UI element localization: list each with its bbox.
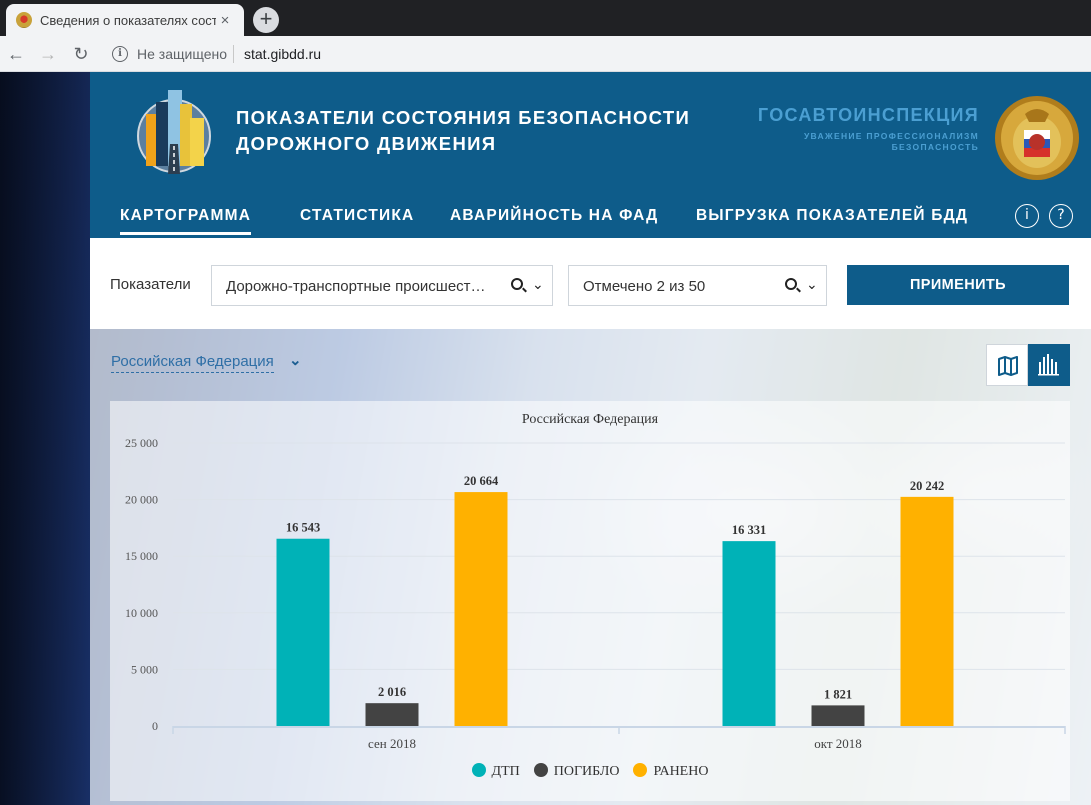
tab-title: Сведения о показателях состояния bbox=[40, 12, 216, 28]
site-header: ПОКАЗАТЕЛИ СОСТОЯНИЯ БЕЗОПАСНОСТИ ДОРОЖН… bbox=[90, 72, 1091, 238]
legend-dot-icon bbox=[533, 763, 548, 777]
background-photo bbox=[0, 72, 90, 805]
bar-chart: 0 5 000 10 000 15 000 20 000 25 000 16 543 2 01… bbox=[125, 436, 1066, 751]
search-icon bbox=[785, 278, 797, 290]
legend-dot-icon bbox=[471, 763, 486, 777]
y-tick-label: 10 000 bbox=[125, 606, 158, 620]
legend-item[interactable]: РАНЕНО bbox=[633, 763, 708, 780]
agency-motto-line2: БЕЗОПАСНОСТЬ bbox=[891, 142, 979, 152]
site-favicon-icon bbox=[16, 12, 32, 28]
page-viewport: ПОКАЗАТЕЛИ СОСТОЯНИЯ БЕЗОПАСНОСТИ ДОРОЖН… bbox=[0, 72, 1091, 805]
site-title-line2: ДОРОЖНОГО ДВИЖЕНИЯ bbox=[236, 133, 497, 154]
site-info-icon[interactable]: i bbox=[112, 46, 128, 62]
y-tick-label: 25 000 bbox=[125, 436, 158, 450]
traffic-police-emblem-icon bbox=[995, 96, 1079, 180]
data-label: 16 543 bbox=[286, 521, 320, 535]
x-tick-label: окт 2018 bbox=[814, 736, 862, 751]
selection-select-value: Отмечено 2 из 50 bbox=[583, 278, 706, 295]
indicators-label: Показатели bbox=[110, 276, 191, 293]
address-divider bbox=[233, 45, 234, 63]
y-tick-label: 15 000 bbox=[125, 549, 158, 563]
chart-panel: Российская Федерация 05 000 10 000 15 000 2… bbox=[110, 401, 1070, 801]
nav-item-fad-accidents[interactable]: АВАРИЙНОСТЬ НА ФАД bbox=[450, 207, 658, 225]
chevron-down-icon: ⌄ bbox=[806, 276, 818, 292]
legend-dot-icon bbox=[633, 763, 648, 777]
x-tick-label: сен 2018 bbox=[368, 736, 416, 751]
chart-legend: ДТП ПОГИБЛО РАНЕНО bbox=[110, 763, 1070, 780]
back-arrow-icon[interactable]: ← bbox=[4, 42, 28, 66]
legend-item[interactable]: ДТП bbox=[471, 763, 520, 780]
security-status[interactable]: Не защищено bbox=[137, 46, 227, 62]
filter-bar: Показатели Дорожно-транспортные происшес… bbox=[90, 238, 1091, 329]
data-label: 20 242 bbox=[910, 479, 944, 493]
main-nav: КАРТОГРАММА СТАТИСТИКА АВАРИЙНОСТЬ НА ФА… bbox=[90, 202, 1091, 238]
reload-icon[interactable]: ↻ bbox=[69, 42, 93, 66]
chart-view-button[interactable] bbox=[1028, 344, 1070, 386]
search-icon bbox=[511, 278, 523, 290]
selection-select[interactable]: Отмечено 2 из 50 ⌄ bbox=[568, 265, 827, 306]
data-label: 1 821 bbox=[824, 687, 852, 701]
site-title: ПОКАЗАТЕЛИ СОСТОЯНИЯ БЕЗОПАСНОСТИ ДОРОЖН… bbox=[236, 105, 736, 157]
new-tab-button[interactable]: + bbox=[253, 7, 279, 33]
bar-chart-icon bbox=[1038, 354, 1059, 376]
help-icon[interactable]: ? bbox=[1049, 204, 1073, 228]
legend-label: РАНЕНО bbox=[653, 764, 709, 779]
agency-motto-line1: УВАЖЕНИЕ ПРОФЕССИОНАЛИЗМ bbox=[803, 131, 979, 141]
indicator-select[interactable]: Дорожно-транспортные происшест… ⌄ bbox=[211, 265, 553, 306]
site-logo-icon[interactable] bbox=[134, 84, 212, 180]
legend-label: ПОГИБЛО bbox=[553, 764, 620, 779]
y-tick-label: 5 000 bbox=[131, 662, 158, 676]
content-area: Российская Федерация ⌄ Российская Федера… bbox=[90, 329, 1091, 805]
data-label: 16 331 bbox=[732, 523, 766, 537]
bar-дтп bbox=[722, 541, 776, 726]
chevron-down-icon[interactable]: ⌄ bbox=[289, 351, 302, 369]
legend-label: ДТП bbox=[491, 764, 520, 779]
y-tick-label: 0 bbox=[152, 719, 158, 733]
browser-tab-bar: Сведения о показателях состояния × + bbox=[0, 0, 1091, 36]
agency-block: ГОСАВТОИНСПЕКЦИЯ УВАЖЕНИЕ ПРОФЕССИОНАЛИЗ… bbox=[758, 105, 979, 153]
nav-item-export[interactable]: ВЫГРУЗКА ПОКАЗАТЕЛЕЙ БДД bbox=[696, 207, 968, 225]
bar-ранено bbox=[900, 496, 954, 726]
map-icon bbox=[998, 356, 1018, 376]
nav-item-cartogram[interactable]: КАРТОГРАММА bbox=[120, 207, 252, 235]
data-label: 20 664 bbox=[464, 474, 499, 488]
legend-item[interactable]: ПОГИБЛО bbox=[533, 763, 620, 780]
y-tick-label: 20 000 bbox=[125, 493, 158, 507]
bar-дтп bbox=[276, 538, 330, 726]
map-view-button[interactable] bbox=[986, 344, 1028, 386]
chevron-down-icon: ⌄ bbox=[532, 276, 544, 292]
agency-motto: УВАЖЕНИЕ ПРОФЕССИОНАЛИЗМ БЕЗОПАСНОСТЬ bbox=[758, 131, 979, 153]
site-title-line1: ПОКАЗАТЕЛИ СОСТОЯНИЯ БЕЗОПАСНОСТИ bbox=[236, 107, 691, 128]
address-bar: ← → ↻ i Не защищено stat.gibdd.ru bbox=[0, 36, 1091, 72]
browser-tab[interactable]: Сведения о показателях состояния × bbox=[6, 4, 244, 36]
bar-погибло bbox=[365, 703, 419, 726]
info-icon[interactable]: i bbox=[1015, 204, 1039, 228]
close-tab-icon[interactable]: × bbox=[216, 12, 234, 29]
bar-погибло bbox=[811, 705, 865, 726]
forward-arrow-icon[interactable]: → bbox=[36, 42, 60, 66]
apply-button[interactable]: ПРИМЕНИТЬ bbox=[847, 265, 1069, 305]
indicator-select-value: Дорожно-транспортные происшест… bbox=[226, 278, 486, 295]
agency-name: ГОСАВТОИНСПЕКЦИЯ bbox=[757, 105, 979, 125]
data-label: 2 016 bbox=[378, 685, 406, 699]
nav-item-statistics[interactable]: СТАТИСТИКА bbox=[300, 207, 414, 225]
url-field[interactable]: stat.gibdd.ru bbox=[244, 46, 321, 62]
bar-ранено bbox=[454, 492, 508, 726]
region-selector[interactable]: Российская Федерация bbox=[111, 353, 274, 373]
